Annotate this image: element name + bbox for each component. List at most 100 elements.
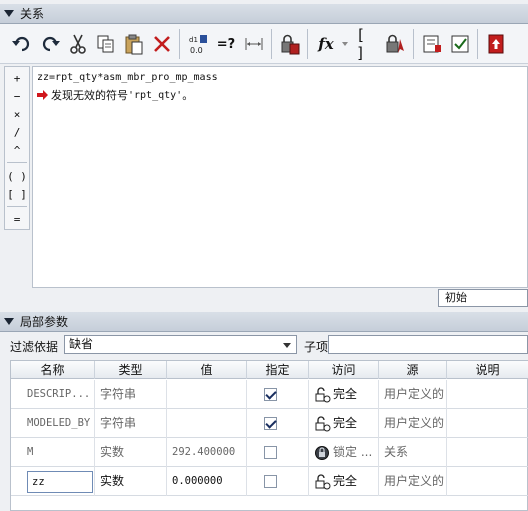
- param-type: 实数: [95, 467, 167, 496]
- designate-checkbox[interactable]: [264, 417, 277, 430]
- column-header-access[interactable]: 访问: [309, 361, 379, 379]
- local-params-panel-title: 局部参数: [20, 315, 69, 329]
- column-header-type[interactable]: 类型: [95, 361, 167, 379]
- param-source: 用户定义的: [379, 467, 447, 496]
- operator-plus-button[interactable]: +: [5, 69, 29, 87]
- param-description[interactable]: [447, 380, 528, 409]
- param-type: 实数: [95, 438, 167, 467]
- chevron-down-icon: [283, 343, 291, 348]
- dimension-icon[interactable]: [242, 32, 266, 56]
- filter-select[interactable]: 缺省: [64, 335, 297, 354]
- table-row[interactable]: zz 实数 0.000000 完全 用户定义的: [11, 467, 528, 496]
- column-header-source[interactable]: 源: [379, 361, 447, 379]
- unlock-icon: [315, 473, 331, 489]
- param-value[interactable]: [167, 380, 247, 409]
- param-name-input[interactable]: zz: [27, 471, 93, 493]
- param-type: 字符串: [95, 380, 167, 409]
- access-text: 完全: [333, 416, 358, 430]
- column-header-description[interactable]: 说明: [447, 361, 528, 379]
- relations-editor[interactable]: zz=rpt_qty*asm_mbr_pro_mp_mass 发现无效的符号 '…: [32, 66, 528, 288]
- column-header-name[interactable]: 名称: [11, 361, 95, 379]
- copy-icon[interactable]: [94, 32, 118, 56]
- access-text: 锁定 ...: [333, 445, 373, 459]
- designate-cell: [247, 409, 309, 438]
- local-params-panel-header[interactable]: 局部参数: [0, 312, 528, 332]
- undo-icon[interactable]: [10, 32, 34, 56]
- toolbar-separator: [413, 29, 414, 59]
- operator-divide-button[interactable]: /: [5, 123, 29, 141]
- table-header: 名称 类型 值 指定 访问 源 说明: [11, 361, 528, 379]
- parameters-table: 名称 类型 值 指定 访问 源 说明 DESCRIP... 字符串 完全 用户定…: [10, 360, 528, 511]
- param-description[interactable]: [447, 467, 528, 496]
- operator-parentheses-button[interactable]: ( ): [5, 167, 29, 185]
- param-source: 用户定义的: [379, 409, 447, 438]
- error-arrow-icon: [37, 90, 48, 100]
- collapse-triangle-icon[interactable]: [4, 10, 14, 17]
- operator-brackets-button[interactable]: [ ]: [5, 185, 29, 203]
- locate-icon[interactable]: [384, 32, 408, 56]
- param-value[interactable]: 292.400000: [167, 438, 247, 467]
- operator-separator: [7, 206, 27, 207]
- unlock-icon: [315, 386, 331, 402]
- delete-icon[interactable]: [150, 32, 174, 56]
- param-value[interactable]: 0.000000: [167, 467, 247, 496]
- toolbar-separator: [477, 29, 478, 59]
- access-cell: 锁定 ...: [309, 438, 379, 467]
- designate-cell: [247, 438, 309, 467]
- function-dropdown-icon[interactable]: [338, 32, 352, 56]
- table-row[interactable]: MODELED_BY 字符串 完全 用户定义的: [11, 409, 528, 438]
- paste-icon[interactable]: [122, 32, 146, 56]
- designate-checkbox[interactable]: [264, 446, 277, 459]
- close-icon[interactable]: [484, 32, 508, 56]
- redo-icon[interactable]: [38, 32, 62, 56]
- error-suffix: 。: [182, 89, 194, 102]
- access-cell: 完全: [309, 380, 379, 409]
- column-header-value[interactable]: 值: [167, 361, 247, 379]
- param-type: 字符串: [95, 409, 167, 438]
- subitem-label: 子项: [304, 340, 329, 354]
- unlock-icon: [315, 415, 331, 431]
- verify-icon[interactable]: [420, 32, 444, 56]
- initial-select[interactable]: 初始: [438, 289, 528, 307]
- svg-text:0.0: 0.0: [190, 46, 203, 55]
- filter-label: 过滤依据: [10, 340, 59, 354]
- relations-toolbar: d1 0.0 =? fx [ ]: [0, 24, 528, 64]
- function-icon[interactable]: fx: [314, 32, 338, 56]
- access-text: 完全: [333, 474, 358, 488]
- check-icon[interactable]: [448, 32, 472, 56]
- operator-minus-button[interactable]: −: [5, 87, 29, 105]
- param-source: 用户定义的: [379, 380, 447, 409]
- error-message: 发现无效的符号 'rpt_qty' 。: [37, 87, 193, 103]
- column-header-designate[interactable]: 指定: [247, 361, 309, 379]
- parameters-icon[interactable]: [ ]: [356, 26, 380, 62]
- evaluate-icon[interactable]: =?: [214, 32, 238, 56]
- param-value[interactable]: [167, 409, 247, 438]
- lock-calculator-icon[interactable]: [278, 32, 302, 56]
- operator-equals-button[interactable]: =: [5, 210, 29, 228]
- designate-checkbox[interactable]: [264, 388, 277, 401]
- cut-icon[interactable]: [66, 32, 90, 56]
- collapse-triangle-icon[interactable]: [4, 318, 14, 325]
- param-description[interactable]: [447, 438, 528, 467]
- designate-cell: [247, 467, 309, 496]
- param-source: 关系: [379, 438, 447, 467]
- param-name-cell: zz: [11, 467, 95, 496]
- operator-power-button[interactable]: ^: [5, 141, 29, 159]
- operator-multiply-button[interactable]: ×: [5, 105, 29, 123]
- svg-text:d1: d1: [189, 36, 198, 44]
- sort-icon[interactable]: d1 0.0: [186, 32, 210, 56]
- subitem-input[interactable]: [328, 335, 528, 354]
- operator-palette: + − × / ^ ( ) [ ] =: [4, 66, 30, 230]
- error-symbol: 'rpt_qty': [128, 89, 183, 101]
- designate-checkbox[interactable]: [264, 475, 277, 488]
- table-row[interactable]: DESCRIP... 字符串 完全 用户定义的: [11, 380, 528, 409]
- param-name: MODELED_BY: [11, 409, 95, 438]
- toolbar-separator: [271, 29, 272, 59]
- relations-panel-header[interactable]: 关系: [0, 4, 528, 24]
- param-description[interactable]: [447, 409, 528, 438]
- table-row[interactable]: M 实数 292.400000 锁定 ... 关系: [11, 438, 528, 467]
- error-text: 发现无效的符号: [51, 89, 128, 102]
- operator-separator: [7, 162, 27, 163]
- designate-cell: [247, 380, 309, 409]
- relation-code-line[interactable]: zz=rpt_qty*asm_mbr_pro_mp_mass: [37, 72, 218, 83]
